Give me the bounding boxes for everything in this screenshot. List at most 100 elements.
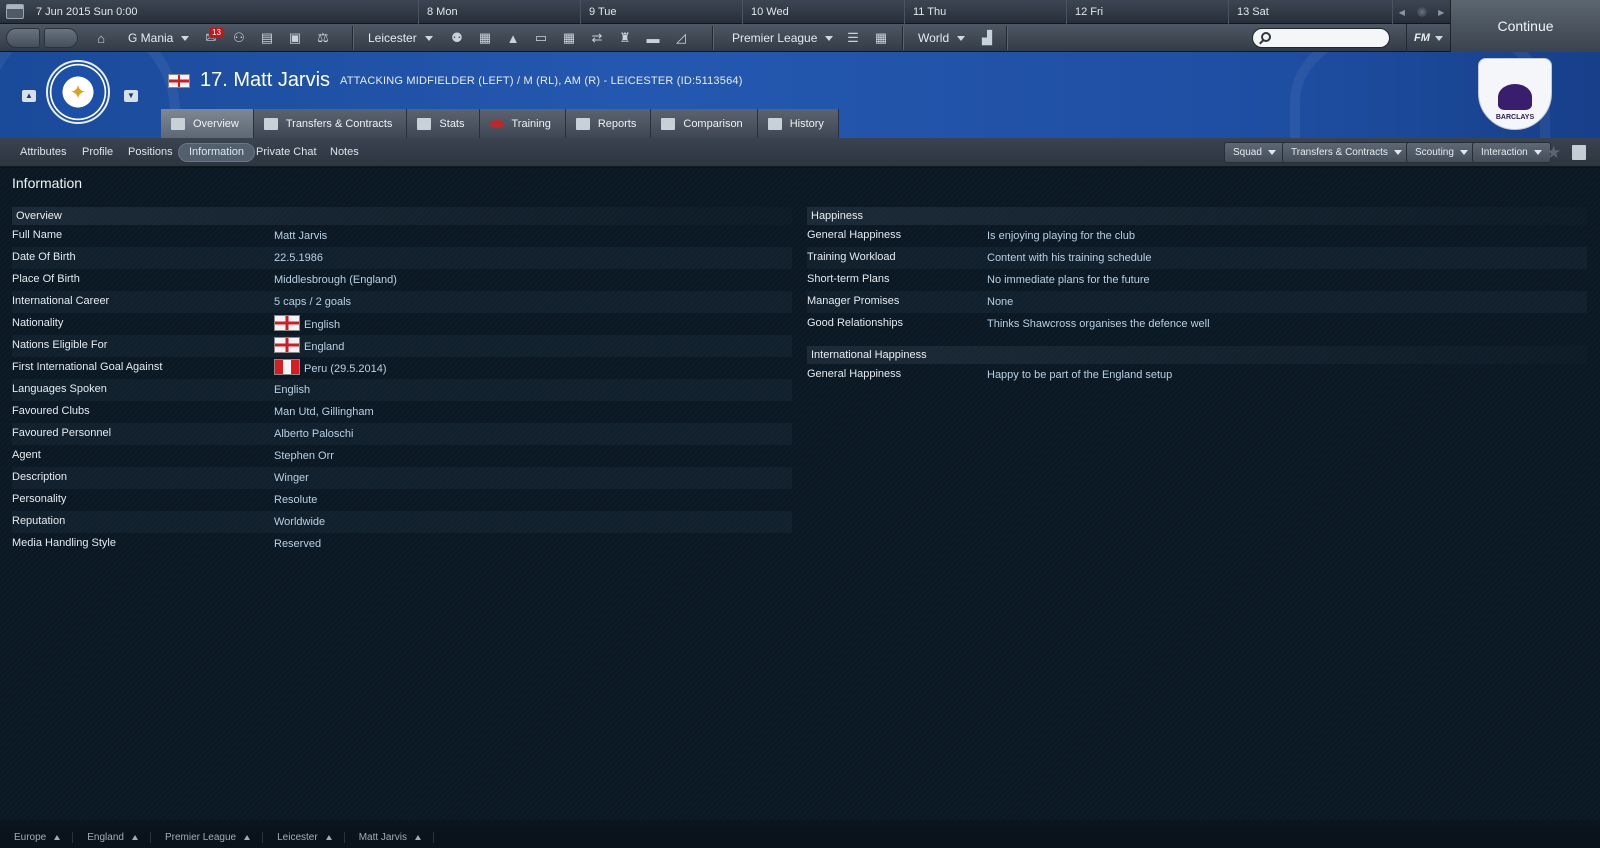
main-toolbar: ⌂ G Mania ✉ ⚇ ▤ ▣ ⚖ 13 Leicester ⚉ ▦ ▲ ▭… <box>0 24 1450 52</box>
menu-label: Squad <box>1233 147 1262 158</box>
info-value: England <box>274 337 344 353</box>
folder-icon[interactable]: ▭ <box>530 24 552 52</box>
club-menu[interactable]: Leicester <box>368 24 433 52</box>
fixtures-icon[interactable]: ▦ <box>870 24 892 52</box>
home-icon[interactable]: ⌂ <box>90 24 112 52</box>
calendar-next-icon[interactable]: ▶ <box>1438 8 1444 17</box>
breadcrumb-item[interactable]: Leicester <box>263 831 345 843</box>
next-club-button[interactable]: ▼ <box>124 90 138 102</box>
squad-icon[interactable]: ⚉ <box>446 24 468 52</box>
briefcase-icon[interactable]: ▣ <box>284 24 306 52</box>
tab-history[interactable]: History <box>757 109 839 138</box>
calendar-prev-icon[interactable]: ◀ <box>1399 8 1405 17</box>
info-value-text: Alberto Paloschi <box>274 428 354 440</box>
breadcrumb-item[interactable]: England <box>73 831 151 843</box>
scales-icon[interactable]: ⚖ <box>312 24 334 52</box>
tab-label: Comparison <box>683 117 743 130</box>
tab-training[interactable]: Training <box>479 109 566 138</box>
finances-icon[interactable]: ▬ <box>642 24 664 52</box>
search-input[interactable] <box>1252 28 1390 48</box>
calendar-current-day[interactable]: 7 Jun 2015 Sun 0:00 <box>28 0 418 24</box>
competition-menu[interactable]: Premier League <box>732 24 834 52</box>
info-value-text: Content with his training schedule <box>987 252 1152 264</box>
info-row: Personality Resolute <box>12 489 792 511</box>
info-value: Peru (29.5.2014) <box>274 359 387 375</box>
calendar-day[interactable]: 13 Sat <box>1228 0 1392 24</box>
people-icon[interactable]: ⚇ <box>228 24 250 52</box>
squad-menu[interactable]: Squad <box>1224 142 1285 163</box>
info-value: Worldwide <box>274 516 325 528</box>
breadcrumb-item[interactable]: Premier League <box>151 831 264 843</box>
schedule-icon[interactable]: ▦ <box>558 24 580 52</box>
calendar-today-icon[interactable] <box>1416 7 1427 17</box>
subtab-notes[interactable]: Notes <box>320 143 369 162</box>
chevron-down-icon <box>1533 149 1542 155</box>
previous-club-button[interactable]: ▲ <box>22 90 36 102</box>
overview-section: Overview Full Name Matt Jarvis Date Of Bir… <box>12 207 792 555</box>
info-value: Winger <box>274 472 309 484</box>
info-value: No immediate plans for the future <box>987 274 1150 286</box>
world-menu[interactable]: World <box>918 24 966 52</box>
premier-league-logo[interactable]: BARCLAYS <box>1478 58 1552 130</box>
chart-icon[interactable]: ◿ <box>670 24 692 52</box>
subtab-attributes[interactable]: Attributes <box>10 143 76 162</box>
continue-button[interactable]: Continue <box>1450 0 1600 52</box>
info-value-text: Is enjoying playing for the club <box>987 230 1135 242</box>
info-value-text: Middlesbrough (England) <box>274 274 397 286</box>
chevron-up-icon <box>54 834 61 840</box>
calendar-day[interactable]: 12 Fri <box>1066 0 1228 24</box>
forward-button[interactable] <box>44 28 78 48</box>
info-value-text: Matt Jarvis <box>274 230 328 242</box>
breadcrumb-item[interactable]: Matt Jarvis <box>345 831 435 843</box>
calendar-day[interactable]: 8 Mon <box>418 0 580 24</box>
interaction-menu[interactable]: Interaction <box>1472 142 1551 163</box>
podium-icon[interactable]: ▟ <box>976 24 998 52</box>
info-value: 22.5.1986 <box>274 252 323 264</box>
tab-stats[interactable]: Stats <box>407 109 480 138</box>
subtab-information[interactable]: Information <box>178 143 256 162</box>
tab-reports[interactable]: Reports <box>565 109 652 138</box>
club-icons: ⚉ ▦ ▲ ▭ ▦ ⇄ ♜ ▬ ◿ <box>446 24 698 52</box>
info-value-text: English <box>274 384 311 396</box>
international-happiness-rows: General Happiness Happy to be part of the… <box>807 364 1587 386</box>
tab-label: Transfers & Contracts <box>285 117 393 130</box>
transfers-contracts-menu[interactable]: Transfers & Contracts <box>1282 142 1411 163</box>
menu-label: Scouting <box>1415 147 1454 158</box>
tactics-icon[interactable]: ▦ <box>474 24 496 52</box>
subtab-profile[interactable]: Profile <box>72 143 123 162</box>
info-value-text: Stephen Orr <box>274 450 334 462</box>
list-icon[interactable]: ☰ <box>842 24 864 52</box>
info-row: Languages Spoken English <box>12 379 792 401</box>
calendar-day[interactable]: 9 Tue <box>580 0 742 24</box>
league-logo-text: BARCLAYS <box>1495 114 1535 121</box>
scouting-menu[interactable]: Scouting <box>1406 142 1477 163</box>
training-icon[interactable]: ▲ <box>502 24 524 52</box>
calendar-day[interactable]: 10 Wed <box>742 0 904 24</box>
inbox-count-badge: 13 <box>209 28 224 38</box>
shirt-icon[interactable]: ♜ <box>614 24 636 52</box>
info-row: Reputation Worldwide <box>12 511 792 533</box>
tab-comparison[interactable]: Comparison <box>651 109 758 138</box>
notes-icon[interactable] <box>1572 145 1586 160</box>
info-label: Description <box>12 471 68 483</box>
back-button[interactable] <box>6 28 40 48</box>
manager-menu[interactable]: G Mania <box>128 24 190 52</box>
calendar-day[interactable]: 11 Thu <box>904 0 1066 24</box>
transfers-icon[interactable]: ⇄ <box>586 24 608 52</box>
club-crest-logo[interactable]: ✦ <box>46 60 110 124</box>
search-icon <box>1261 32 1271 42</box>
calendar-icon[interactable] <box>6 4 24 19</box>
fm-menu-button[interactable]: FM <box>1406 24 1450 52</box>
tab-overview[interactable]: Overview <box>161 109 254 138</box>
tab-transfers-contracts[interactable]: Transfers & Contracts <box>253 109 408 138</box>
clipboard-icon[interactable]: ▤ <box>256 24 278 52</box>
world-label: World <box>918 31 950 45</box>
subtab-positions[interactable]: Positions <box>118 143 183 162</box>
star-icon[interactable]: ★ <box>1546 143 1561 163</box>
info-value-text: Winger <box>274 472 309 484</box>
subtab-private-chat[interactable]: Private Chat <box>246 143 327 162</box>
chevron-up-icon <box>244 834 251 840</box>
calendar-nav: ◀ ▶ <box>1392 0 1450 24</box>
breadcrumb-item[interactable]: Europe <box>0 831 74 843</box>
peru-flag-icon <box>274 359 300 375</box>
